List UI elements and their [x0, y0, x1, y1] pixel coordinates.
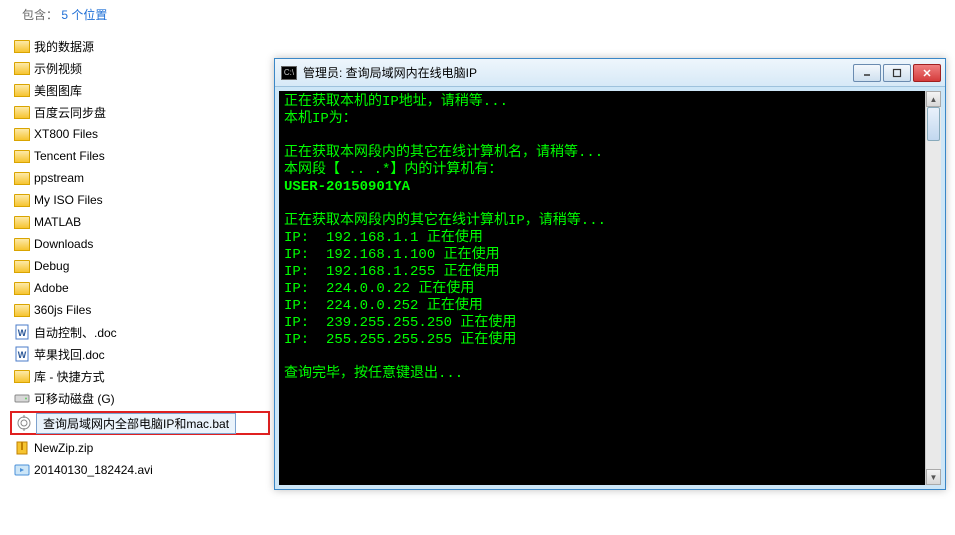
minimize-button[interactable] [853, 64, 881, 82]
file-label: 20140130_182424.avi [34, 463, 153, 477]
batch-file-icon [16, 415, 32, 431]
folder-icon [14, 192, 30, 208]
file-label: 查询局域网内全部电脑IP和mac.bat [36, 413, 236, 434]
window-controls [853, 64, 941, 82]
highlighted-file[interactable]: 查询局域网内全部电脑IP和mac.bat [10, 411, 270, 435]
list-item[interactable]: Adobe [10, 277, 270, 299]
list-item[interactable]: 我的数据源 [10, 35, 270, 57]
word-doc-icon: W [14, 324, 30, 340]
folder-icon [14, 280, 30, 296]
svg-text:W: W [18, 328, 27, 338]
folder-icon [14, 148, 30, 164]
drive-icon [14, 390, 30, 406]
console-output: 正在获取本机的IP地址，请稍等...本机IP为： 正在获取本网段内的其它在线计算… [279, 91, 941, 485]
list-item[interactable]: Downloads [10, 233, 270, 255]
maximize-button[interactable] [883, 64, 911, 82]
svg-text:W: W [18, 350, 27, 360]
list-item[interactable]: 百度云同步盘 [10, 101, 270, 123]
console-line [284, 128, 936, 145]
console-line: IP: 192.168.1.255 正在使用 [284, 264, 936, 281]
file-label: 可移动磁盘 (G) [34, 390, 115, 407]
word-doc-icon: W [14, 346, 30, 362]
folder-icon [14, 38, 30, 54]
list-item[interactable]: XT800 Files [10, 123, 270, 145]
file-label: ppstream [34, 171, 84, 185]
header-count: 5 个位置 [61, 8, 107, 22]
list-item[interactable]: ppstream [10, 167, 270, 189]
file-label: 我的数据源 [34, 38, 94, 55]
header-prefix: 包含： [22, 8, 58, 22]
list-item[interactable]: W 自动控制、.doc [10, 321, 270, 343]
console-line: IP: 192.168.1.100 正在使用 [284, 247, 936, 264]
file-label: NewZip.zip [34, 441, 93, 455]
console-line: 正在获取本机的IP地址，请稍等... [284, 94, 936, 111]
list-item[interactable]: Debug [10, 255, 270, 277]
list-item[interactable]: My ISO Files [10, 189, 270, 211]
file-label: 苹果找回.doc [34, 346, 105, 363]
folder-icon [14, 302, 30, 318]
list-item[interactable]: NewZip.zip [10, 437, 270, 459]
close-button[interactable] [913, 64, 941, 82]
console-line: 本机IP为： [284, 111, 936, 128]
scroll-up-button[interactable]: ▲ [926, 91, 941, 107]
console-line: IP: 224.0.0.22 正在使用 [284, 281, 936, 298]
console-window: C:\ 管理员: 查询局域网内在线电脑IP 正在获取本机的IP地址，请稍等...… [274, 58, 946, 490]
console-line: USER-20150901YA [284, 179, 936, 196]
file-label: 美图图库 [34, 82, 82, 99]
list-item[interactable]: 20140130_182424.avi [10, 459, 270, 481]
console-titlebar[interactable]: C:\ 管理员: 查询局域网内在线电脑IP [275, 59, 945, 87]
list-item[interactable]: W 苹果找回.doc [10, 343, 270, 365]
console-title: 管理员: 查询局域网内在线电脑IP [303, 64, 847, 81]
file-label: Adobe [34, 281, 69, 295]
folder-icon [14, 236, 30, 252]
list-item[interactable]: 美图图库 [10, 79, 270, 101]
file-label: MATLAB [34, 215, 81, 229]
zip-icon [14, 440, 30, 456]
folder-icon [14, 258, 30, 274]
console-line [284, 349, 936, 366]
file-label: 示例视频 [34, 60, 82, 77]
file-label: 百度云同步盘 [34, 104, 106, 121]
vertical-scrollbar[interactable]: ▲ ▼ [925, 91, 941, 485]
list-item[interactable]: 360js Files [10, 299, 270, 321]
folder-icon [14, 214, 30, 230]
folder-icon [14, 82, 30, 98]
file-label: Debug [34, 259, 69, 273]
list-item[interactable]: MATLAB [10, 211, 270, 233]
folder-icon [14, 126, 30, 142]
console-line: 本网段【 .. .*】内的计算机有： [284, 162, 936, 179]
explorer-panel: 包含： 5 个位置 我的数据源示例视频美图图库百度云同步盘 XT800 Files… [0, 0, 270, 481]
folder-icon [14, 104, 30, 120]
list-item[interactable]: Tencent Files [10, 145, 270, 167]
console-line: IP: 224.0.0.252 正在使用 [284, 298, 936, 315]
list-item[interactable]: 可移动磁盘 (G) [10, 387, 270, 409]
scroll-down-button[interactable]: ▼ [926, 469, 941, 485]
explorer-header: 包含： 5 个位置 [10, 4, 270, 29]
file-label: 360js Files [34, 303, 91, 317]
console-line: IP: 239.255.255.250 正在使用 [284, 315, 936, 332]
console-line: 查询完毕，按任意键退出... [284, 366, 936, 383]
video-icon [14, 462, 30, 478]
file-label: Tencent Files [34, 149, 105, 163]
console-line: IP: 255.255.255.255 正在使用 [284, 332, 936, 349]
scroll-track[interactable] [926, 107, 941, 469]
folder-icon [14, 60, 30, 76]
file-list: 我的数据源示例视频美图图库百度云同步盘 XT800 Files Tencent Fi… [10, 35, 270, 481]
file-label: 自动控制、.doc [34, 324, 117, 341]
folder-icon [14, 170, 30, 186]
list-item[interactable]: 库 - 快捷方式 [10, 365, 270, 387]
console-line [284, 196, 936, 213]
console-line: 正在获取本网段内的其它在线计算机IP，请稍等... [284, 213, 936, 230]
scroll-thumb[interactable] [927, 107, 940, 141]
list-item[interactable]: 示例视频 [10, 57, 270, 79]
file-label: Downloads [34, 237, 93, 251]
file-label: XT800 Files [34, 127, 98, 141]
file-label: My ISO Files [34, 193, 103, 207]
console-line: 正在获取本网段内的其它在线计算机名，请稍等... [284, 145, 936, 162]
cmd-icon: C:\ [281, 66, 297, 80]
folder-icon [14, 368, 30, 384]
console-line: IP: 192.168.1.1 正在使用 [284, 230, 936, 247]
file-label: 库 - 快捷方式 [34, 368, 105, 385]
